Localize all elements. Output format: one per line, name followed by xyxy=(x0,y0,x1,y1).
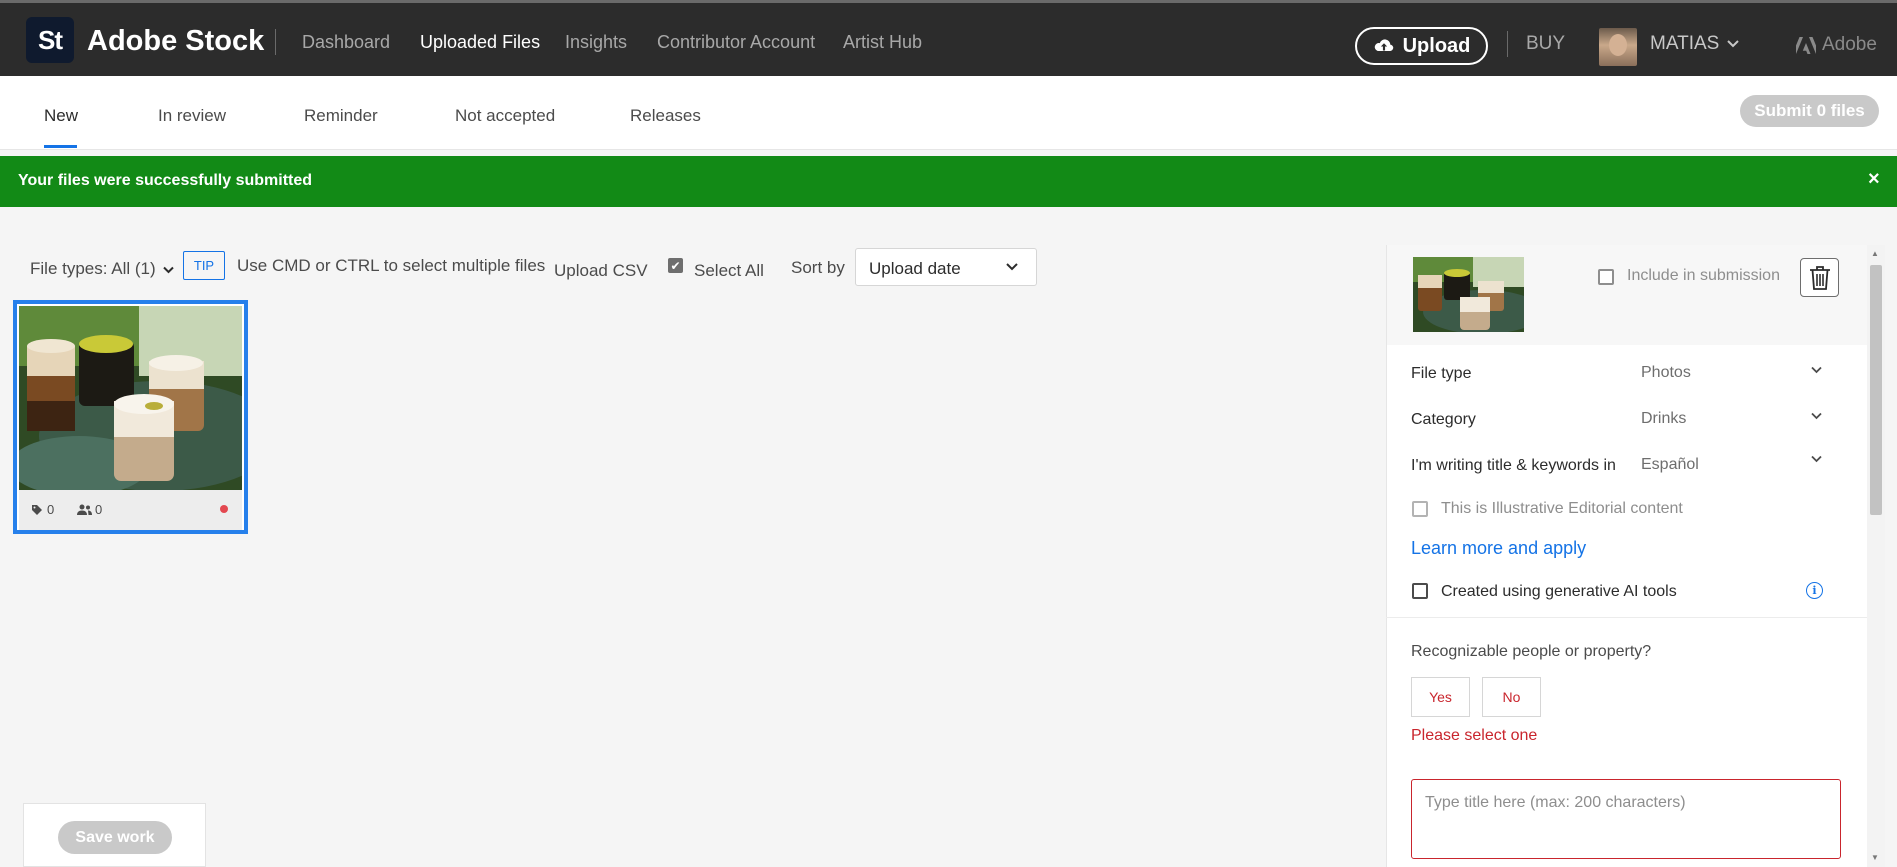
upload-csv-button[interactable]: Upload CSV xyxy=(554,261,648,281)
tab-not-accepted[interactable]: Not accepted xyxy=(455,106,555,126)
close-icon[interactable]: × xyxy=(1868,168,1880,191)
chevron-down-icon xyxy=(1006,263,1018,271)
nav-divider xyxy=(275,29,276,55)
chevron-down-icon xyxy=(1727,40,1740,48)
checkmark-icon: ✔ xyxy=(670,258,681,273)
scrollbar-thumb[interactable] xyxy=(1870,265,1882,515)
cloud-upload-icon xyxy=(1374,39,1393,51)
avatar[interactable] xyxy=(1599,28,1637,66)
select-all-label[interactable]: Select All xyxy=(694,261,764,281)
include-in-submission-checkbox[interactable] xyxy=(1598,269,1614,285)
delete-button[interactable] xyxy=(1800,258,1839,297)
upload-label: Upload xyxy=(1402,34,1471,57)
adobe-logo[interactable]: Adobe xyxy=(1796,34,1877,56)
tab-in-review[interactable]: In review xyxy=(158,106,226,126)
include-in-submission-label[interactable]: Include in submission xyxy=(1627,267,1780,285)
buy-link[interactable]: BUY xyxy=(1526,33,1565,55)
editorial-checkbox[interactable] xyxy=(1412,501,1428,517)
nav-divider xyxy=(1507,31,1508,57)
file-type-select[interactable]: Photos xyxy=(1641,364,1691,382)
alert-message: Your files were successfully submitted xyxy=(18,172,313,189)
chevron-down-icon xyxy=(163,266,175,274)
no-button[interactable]: No xyxy=(1482,677,1541,717)
nav-dashboard[interactable]: Dashboard xyxy=(302,32,390,53)
validation-error: Please select one xyxy=(1411,727,1538,744)
title-input[interactable] xyxy=(1411,779,1841,859)
category-label: Category xyxy=(1411,411,1476,428)
category-select[interactable]: Drinks xyxy=(1641,410,1686,428)
people-icon xyxy=(77,504,92,515)
trash-icon xyxy=(1809,265,1830,290)
user-name: MATIAS xyxy=(1650,33,1720,54)
save-work-button[interactable]: Save work xyxy=(58,821,172,854)
file-types-filter[interactable]: File types: All (1) xyxy=(30,259,175,279)
brand-title[interactable]: Adobe Stock xyxy=(87,25,264,58)
nav-insights[interactable]: Insights xyxy=(565,32,627,53)
editorial-label[interactable]: This is Illustrative Editorial content xyxy=(1441,500,1683,518)
scroll-down-icon[interactable]: ▼ xyxy=(1871,853,1879,862)
section-divider xyxy=(1386,617,1867,618)
coffee-drinks-photo xyxy=(19,306,242,490)
nav-uploaded-files[interactable]: Uploaded Files xyxy=(420,32,540,53)
success-alert: Your files were successfully submitted × xyxy=(0,156,1897,207)
submit-files-button[interactable]: Submit 0 files xyxy=(1740,95,1879,127)
info-icon[interactable]: i xyxy=(1806,582,1823,599)
tab-releases[interactable]: Releases xyxy=(630,106,701,126)
language-label: I'm writing title & keywords in xyxy=(1411,457,1616,474)
file-types-label: File types: All (1) xyxy=(30,259,156,278)
scroll-up-icon[interactable]: ▲ xyxy=(1871,249,1879,258)
yes-button[interactable]: Yes xyxy=(1411,677,1470,717)
file-type-label: File type xyxy=(1411,365,1472,382)
top-navbar: St Adobe Stock Dashboard Uploaded Files … xyxy=(0,0,1897,76)
panel-scrollbar[interactable]: ▲ ▼ xyxy=(1867,245,1885,867)
thumbnail-meta: 0 0 xyxy=(19,490,242,530)
releases-count: 0 xyxy=(95,502,103,517)
nav-artist-hub[interactable]: Artist Hub xyxy=(843,32,922,53)
active-tab-indicator xyxy=(44,145,77,148)
chevron-down-icon[interactable] xyxy=(1811,366,1822,374)
tab-reminder[interactable]: Reminder xyxy=(304,106,378,126)
adobe-label: Adobe xyxy=(1822,34,1877,55)
language-select[interactable]: Español xyxy=(1641,456,1699,474)
selected-file-thumbnail xyxy=(1413,257,1524,332)
adobe-stock-logo[interactable]: St xyxy=(26,17,74,63)
file-thumbnail[interactable]: 0 0 xyxy=(13,300,248,534)
sort-select[interactable]: Upload date xyxy=(855,248,1037,286)
chevron-down-icon[interactable] xyxy=(1811,455,1822,463)
learn-more-link[interactable]: Learn more and apply xyxy=(1411,538,1586,559)
adobe-icon xyxy=(1796,36,1816,54)
generative-ai-checkbox[interactable] xyxy=(1412,583,1428,599)
tag-icon xyxy=(32,505,42,515)
user-menu[interactable]: MATIAS xyxy=(1650,33,1740,55)
upload-button[interactable]: Upload xyxy=(1355,27,1488,65)
sort-by-label: Sort by xyxy=(791,258,845,277)
chevron-down-icon[interactable] xyxy=(1811,412,1822,420)
status-tabs: New In review Reminder Not accepted Rele… xyxy=(0,76,1897,150)
tab-new[interactable]: New xyxy=(44,106,78,126)
nav-contributor-account[interactable]: Contributor Account xyxy=(657,32,815,53)
save-work-container: Save work xyxy=(23,803,206,867)
select-all-checkbox[interactable]: ✔ xyxy=(668,258,683,273)
status-dot xyxy=(220,505,228,513)
tip-badge: TIP xyxy=(183,251,225,280)
sort-value: Upload date xyxy=(869,259,961,278)
tip-text: Use CMD or CTRL to select multiple files xyxy=(237,256,546,275)
people-property-question: Recognizable people or property? xyxy=(1411,643,1652,660)
generative-ai-label[interactable]: Created using generative AI tools xyxy=(1441,583,1677,601)
panel-header xyxy=(1387,245,1868,345)
keywords-count: 0 xyxy=(47,502,55,517)
